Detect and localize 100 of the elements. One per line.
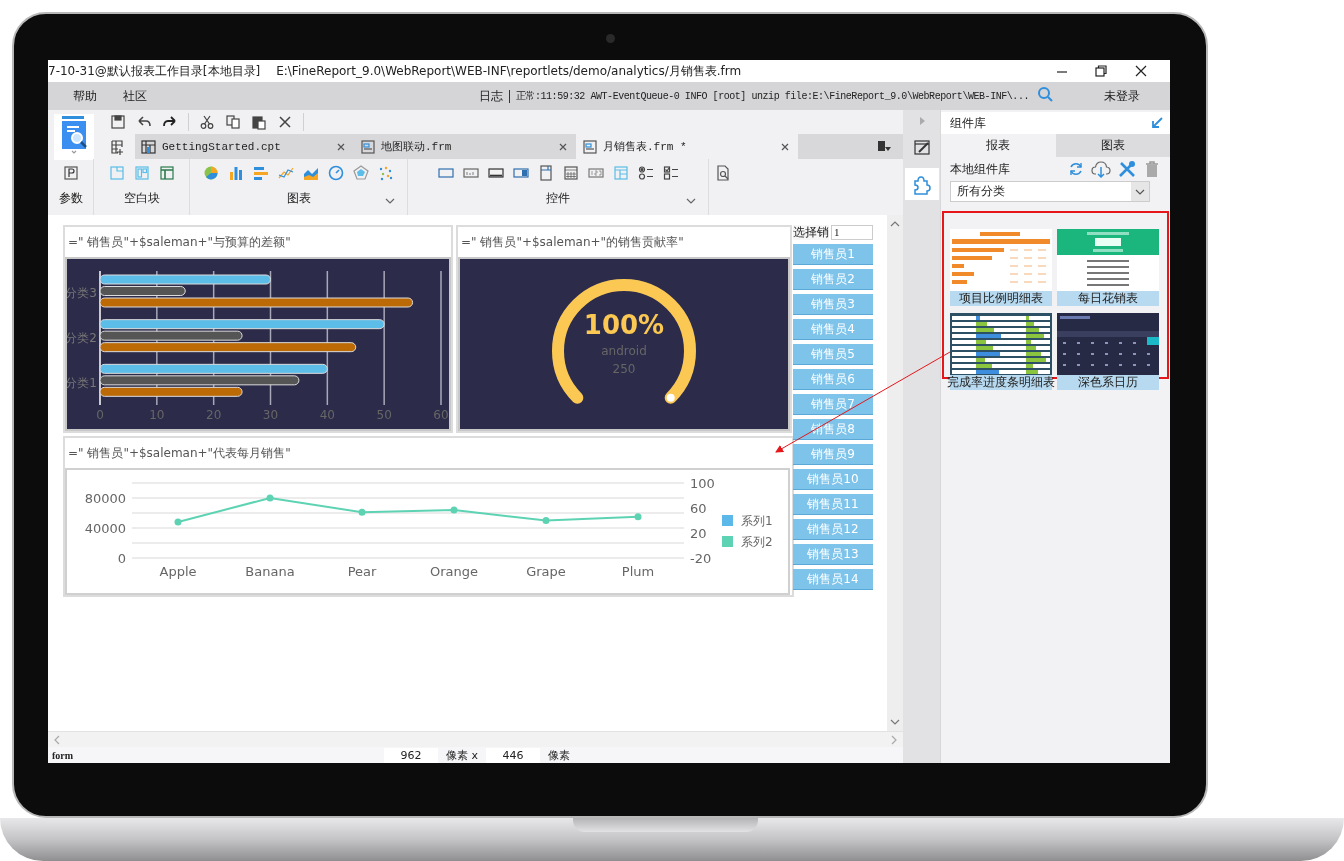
height-field[interactable]: 446: [486, 747, 540, 763]
radio-list-icon[interactable]: [637, 165, 654, 181]
bar: [99, 386, 243, 397]
point: [358, 508, 366, 516]
line-chart-icon[interactable]: [278, 165, 294, 181]
bar: [99, 375, 300, 386]
edit-panel-icon[interactable]: [912, 138, 931, 156]
template-thumbnail[interactable]: [1057, 229, 1159, 291]
bar: [99, 363, 328, 374]
point: [174, 518, 182, 526]
point: [450, 506, 458, 514]
file-tab[interactable]: 月销售表.frm *: [576, 134, 798, 159]
pie-chart-icon[interactable]: [203, 165, 219, 181]
group-label: 参数: [58, 189, 83, 207]
horizontal-scrollbar[interactable]: [48, 731, 903, 747]
width-field[interactable]: 962: [384, 747, 438, 763]
table-block-icon[interactable]: [158, 165, 175, 181]
trash-icon[interactable]: [1143, 160, 1161, 178]
preview-icon[interactable]: [715, 165, 731, 181]
widget-title: =" 销售员"+$saleman+"与预算的差额": [67, 233, 292, 251]
cut-icon[interactable]: [199, 114, 215, 130]
template-name[interactable]: 每日花销表: [1057, 291, 1159, 306]
chevron-down-icon[interactable]: [385, 198, 395, 204]
restore-icon[interactable]: [1094, 64, 1108, 78]
point: [266, 494, 274, 502]
library-label: 本地组件库: [950, 160, 1010, 178]
vertical-scrollbar[interactable]: [887, 215, 903, 731]
template-name[interactable]: 项目比例明细表: [950, 291, 1052, 306]
scroll-left-icon[interactable]: [54, 734, 60, 745]
input-field[interactable]: 1: [831, 225, 873, 240]
save-icon[interactable]: [110, 114, 126, 130]
legend-label: 系列1: [741, 514, 773, 528]
scroll-up-icon[interactable]: [890, 221, 900, 227]
collapse-arrow-icon[interactable]: [1150, 116, 1164, 130]
form-file-icon: [360, 138, 375, 155]
chevron-down-icon[interactable]: [686, 198, 696, 204]
gauge-count: 250: [612, 362, 636, 376]
scatter-chart-icon[interactable]: [378, 165, 394, 181]
scroll-down-icon[interactable]: [890, 719, 900, 725]
paste-icon[interactable]: [251, 114, 267, 130]
add-grid-icon[interactable]: [109, 138, 126, 155]
file-path: E:\FineReport_9.0\WebReport\WEB-INF\reportlets/demo/analytics/月销售表.frm: [276, 62, 742, 80]
panel-title: 组件库: [950, 114, 986, 132]
line-chart: 0 40000 80000 100 60 20 -20 Apple Banana Pear Orange Grape Plum 系列1 系列2: [65, 468, 790, 595]
log-label[interactable]: 日志: [478, 87, 503, 105]
gauge-icon[interactable]: [328, 165, 344, 181]
panel-tab[interactable]: 图表: [1055, 134, 1170, 157]
copy-icon[interactable]: [225, 114, 241, 130]
menu-item[interactable]: 帮助: [61, 87, 109, 105]
parameter-icon[interactable]: [62, 165, 79, 181]
chevron-down-icon: [1135, 188, 1145, 195]
delete-icon[interactable]: [277, 114, 293, 130]
template-thumbnail[interactable]: [950, 229, 1052, 291]
date-picker-icon[interactable]: [537, 165, 554, 181]
camera-icon: [605, 34, 615, 43]
group-label: 控件: [546, 189, 570, 207]
y-tick-label: 分类2: [65, 331, 97, 345]
number-field-icon[interactable]: [587, 165, 604, 181]
template-thumbnail[interactable]: [950, 313, 1052, 375]
radar-chart-icon[interactable]: [353, 165, 369, 181]
textbox-icon[interactable]: [437, 165, 454, 181]
x-tick-label: Pear: [347, 564, 377, 579]
template-thumbnail[interactable]: [1057, 313, 1159, 375]
dropdown-caret-icon[interactable]: [71, 150, 77, 154]
close-icon[interactable]: [1134, 64, 1148, 78]
calendar-grid-icon[interactable]: [562, 165, 579, 181]
widget-title: =" 销售员"+$saleman+"的销售贡献率": [460, 233, 685, 251]
refresh-icon[interactable]: [1068, 161, 1084, 177]
bar: [99, 330, 243, 341]
label-icon[interactable]: [462, 165, 479, 181]
mode-label: form: [51, 749, 75, 761]
x-tick-label: Orange: [429, 564, 479, 579]
close-icon[interactable]: [780, 141, 790, 152]
unit-label: 像素 x: [445, 747, 479, 763]
bar-chart-icon[interactable]: [228, 165, 244, 181]
category-dropdown[interactable]: 所有分类: [950, 181, 1150, 202]
cloud-download-icon[interactable]: [1091, 160, 1111, 178]
y-tick-label: 分类3: [65, 286, 97, 301]
dropdown-icon[interactable]: [512, 165, 529, 181]
report-designer-icon[interactable]: [60, 116, 88, 150]
widget-title: =" 销售员"+$saleman+"代表每月销售": [67, 444, 292, 462]
y-tick-label: 分类1: [65, 375, 97, 390]
bar: [99, 297, 414, 308]
scroll-right-icon[interactable]: [891, 734, 897, 745]
template-name[interactable]: 深色系日历: [1057, 375, 1159, 390]
unit-label: 像素: [547, 747, 571, 763]
gauge-value: 100%: [583, 310, 665, 340]
horizontal-bar-icon[interactable]: [253, 165, 269, 181]
x-tick-label: 20: [206, 408, 222, 422]
search-icon[interactable]: [1037, 86, 1054, 103]
x-tick-label: 10: [149, 408, 165, 422]
puzzle-icon[interactable]: [911, 173, 932, 195]
y-tick-label: 80000: [84, 491, 126, 506]
x-tick-label: Banana: [245, 564, 295, 579]
x-tick-label: Plum: [621, 564, 655, 579]
grid-file-icon: [141, 138, 156, 155]
menu-item[interactable]: 社区: [111, 87, 159, 105]
checkbox-list-icon[interactable]: [662, 165, 679, 181]
button-control-icon[interactable]: [487, 165, 504, 181]
tools-icon[interactable]: [1118, 160, 1136, 178]
